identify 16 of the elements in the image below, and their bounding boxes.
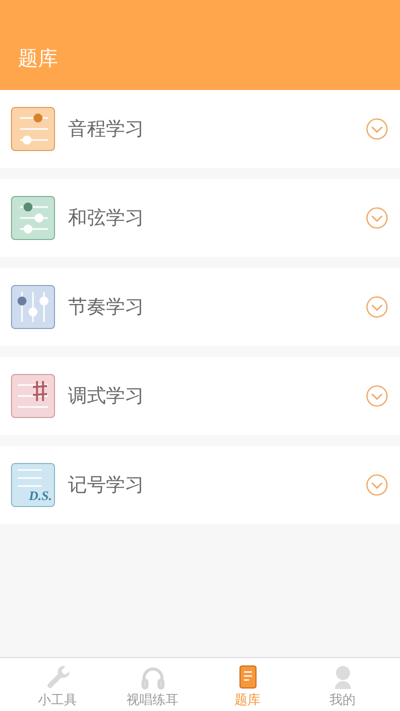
category-row[interactable]: 调式学习 <box>0 357 400 435</box>
category-label: 调式学习 <box>68 384 145 409</box>
category-icon <box>11 196 55 240</box>
category-label: 记号学习 <box>68 473 145 498</box>
category-label: 和弦学习 <box>68 206 145 231</box>
category-label: 音程学习 <box>68 117 145 142</box>
category-icon: D.S. <box>11 463 55 507</box>
category-icon <box>11 285 55 329</box>
category-icon <box>11 107 55 151</box>
category-row[interactable]: 节奏学习 <box>0 268 400 346</box>
category-icon <box>11 374 55 418</box>
page-title: 题库 <box>18 45 58 72</box>
category-label: 节奏学习 <box>68 295 145 320</box>
category-row[interactable]: D.S. 记号学习 <box>0 446 400 524</box>
category-row[interactable]: 和弦学习 <box>0 179 400 257</box>
category-row[interactable]: 音程学习 <box>0 90 400 168</box>
